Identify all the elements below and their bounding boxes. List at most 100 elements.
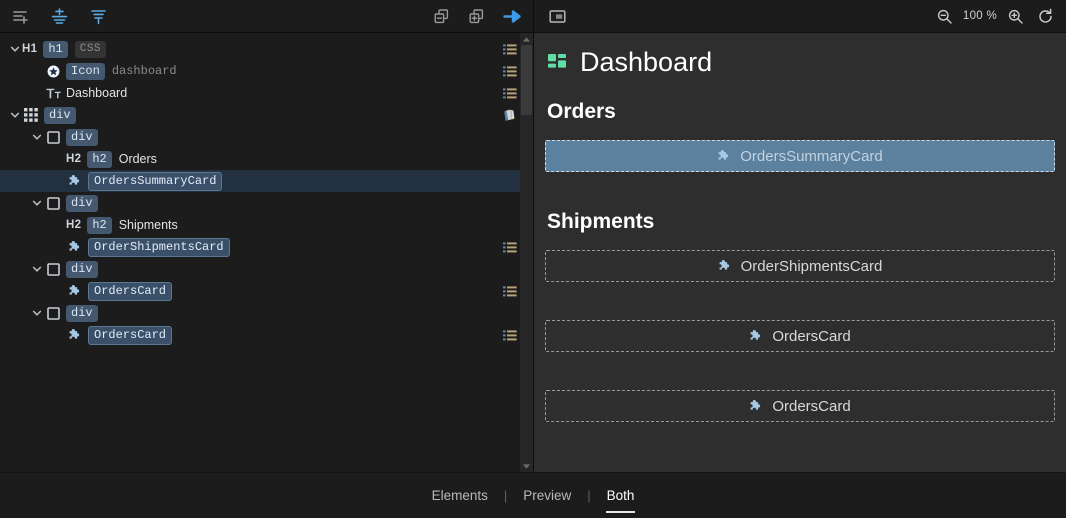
tree-row-h2-shipments[interactable]: H2 h2 Shipments bbox=[0, 214, 533, 236]
text-icon bbox=[45, 87, 61, 100]
puzzle-icon bbox=[68, 328, 82, 342]
zoom-out-button[interactable] bbox=[930, 4, 960, 28]
tree-row-component-badge: OrdersCard bbox=[88, 281, 173, 301]
tab-preview[interactable]: Preview bbox=[507, 484, 587, 507]
insert-below-icon bbox=[90, 9, 106, 24]
tree-row-tag-label: H2 bbox=[66, 153, 82, 165]
list-menu-icon bbox=[503, 43, 517, 55]
element-tree[interactable]: H1 h1 CSS Icon dashboard Dashboard div div H2 h2 O… bbox=[0, 33, 533, 472]
insert-below-button[interactable] bbox=[83, 4, 113, 28]
preview-component-card-label: OrdersSummaryCard bbox=[740, 147, 883, 165]
puzzle-icon bbox=[68, 174, 82, 188]
toolbars: 100 % bbox=[0, 0, 1066, 33]
zoom-in-button[interactable] bbox=[1000, 4, 1030, 28]
tree-row-comp-order-shipments-card[interactable]: OrderShipmentsCard bbox=[0, 236, 533, 258]
tree-row-action-list-menu-icon[interactable] bbox=[503, 236, 517, 258]
zoom-level-label: 100 % bbox=[962, 10, 997, 22]
list-menu-icon bbox=[503, 329, 517, 341]
view-mode-tabbar: Elements | Preview | Both bbox=[0, 472, 1066, 518]
tree-row-badge: div bbox=[44, 106, 76, 124]
insert-above-button[interactable] bbox=[44, 4, 74, 28]
preview-component-card[interactable]: OrderShipmentsCard bbox=[545, 250, 1055, 282]
preview-section-heading: Orders bbox=[547, 100, 616, 123]
collapse-all-button[interactable] bbox=[426, 4, 456, 28]
star-icon bbox=[44, 60, 62, 82]
chevron-down-icon bbox=[10, 44, 20, 54]
preview-component-card[interactable]: OrdersCard bbox=[545, 390, 1055, 422]
list-menu-icon bbox=[503, 65, 517, 77]
puzzle-icon bbox=[68, 284, 82, 298]
element-tree-pane: H1 h1 CSS Icon dashboard Dashboard div div H2 h2 O… bbox=[0, 33, 533, 472]
tree-row-badge: div bbox=[66, 194, 98, 212]
tree-row-badge: h1 bbox=[43, 40, 68, 58]
tree-row-badge: h2 bbox=[87, 150, 112, 168]
square-icon bbox=[46, 306, 60, 320]
zoom-out-icon bbox=[938, 9, 953, 24]
square-icon bbox=[44, 258, 62, 280]
tree-row-icon-dashboard[interactable]: Icon dashboard bbox=[0, 60, 533, 82]
tree-scroll-thumb[interactable] bbox=[521, 45, 532, 115]
tree-row-action-list-menu-icon[interactable] bbox=[503, 38, 517, 60]
preview-component-card[interactable]: OrdersCard bbox=[545, 320, 1055, 352]
square-icon bbox=[46, 196, 60, 210]
tree-row-h1[interactable]: H1 h1 CSS bbox=[0, 38, 533, 60]
tree-row-tag-label: H1 bbox=[22, 43, 38, 55]
grid-icon bbox=[22, 104, 40, 126]
square-icon bbox=[44, 192, 62, 214]
tree-row-dim-text: dashboard bbox=[111, 64, 177, 78]
tree-row-action-list-menu-icon[interactable] bbox=[503, 324, 517, 346]
tab-elements[interactable]: Elements bbox=[416, 484, 504, 507]
puzzle-icon bbox=[66, 324, 84, 346]
tree-row-badge: div bbox=[66, 304, 98, 322]
tree-scroll-track[interactable] bbox=[520, 45, 533, 460]
tree-row-h2-orders[interactable]: H2 h2 Orders bbox=[0, 148, 533, 170]
preview-sections: Orders OrdersSummaryCard Shipments OrderShi… bbox=[545, 100, 1055, 422]
tree-row-action-list-menu-icon[interactable] bbox=[503, 82, 517, 104]
preview-component-card[interactable]: OrdersSummaryCard bbox=[545, 140, 1055, 172]
tree-row-comp-orders-summary-card[interactable]: OrdersSummaryCard bbox=[0, 170, 533, 192]
tree-row-div-orders[interactable]: div bbox=[0, 126, 533, 148]
chevron-down-icon bbox=[32, 132, 42, 142]
tree-row-div-grid[interactable]: div bbox=[0, 104, 533, 126]
tree-row-text-dashboard[interactable]: Dashboard bbox=[0, 82, 533, 104]
tree-scrollbar[interactable] bbox=[520, 33, 533, 472]
preview-component-card-label: OrdersCard bbox=[772, 327, 851, 345]
main-body: H1 h1 CSS Icon dashboard Dashboard div div H2 h2 O… bbox=[0, 33, 1066, 472]
tree-twisty-expanded[interactable] bbox=[30, 258, 44, 280]
square-icon bbox=[44, 302, 62, 324]
tree-row-div-shipments[interactable]: div bbox=[0, 192, 533, 214]
star-icon bbox=[47, 65, 60, 78]
arrow-right-icon bbox=[502, 9, 521, 23]
puzzle-icon bbox=[66, 280, 84, 302]
tree-row-comp-orders-card-1[interactable]: OrdersCard bbox=[0, 280, 533, 302]
tab-both[interactable]: Both bbox=[591, 484, 651, 513]
scroll-down-arrow[interactable] bbox=[522, 460, 531, 472]
tree-row-comp-orders-card-2[interactable]: OrdersCard bbox=[0, 324, 533, 346]
tree-twisty-expanded[interactable] bbox=[8, 38, 22, 60]
puzzle-icon bbox=[66, 170, 84, 192]
tree-twisty-expanded[interactable] bbox=[30, 302, 44, 324]
tree-row-action-list-menu-icon[interactable] bbox=[503, 280, 517, 302]
refresh-button[interactable] bbox=[1030, 4, 1060, 28]
tree-row-component-badge: OrdersCard bbox=[88, 325, 173, 345]
tree-twisty-expanded[interactable] bbox=[8, 104, 22, 126]
tree-row-div-orders-card-2[interactable]: div bbox=[0, 302, 533, 324]
scroll-up-arrow[interactable] bbox=[522, 33, 531, 45]
collapse-all-icon bbox=[434, 8, 448, 23]
tree-twisty-expanded[interactable] bbox=[30, 126, 44, 148]
app-root: 100 % H1 h1 CSS Icon dashboard Dashboard… bbox=[0, 0, 1066, 518]
tree-row-action-books-icon[interactable] bbox=[502, 104, 517, 126]
tree-row-div-orders-card-1[interactable]: div bbox=[0, 258, 533, 280]
tree-twisty-expanded[interactable] bbox=[30, 192, 44, 214]
expand-all-icon bbox=[469, 8, 483, 23]
tree-row-action-list-menu-icon[interactable] bbox=[503, 60, 517, 82]
tree-row-badge: div bbox=[66, 128, 98, 146]
go-forward-button[interactable] bbox=[497, 4, 527, 28]
preview-component-card-label: OrderShipmentsCard bbox=[740, 257, 883, 275]
expand-all-button[interactable] bbox=[461, 4, 491, 28]
books-icon bbox=[502, 108, 517, 123]
elements-toolbar bbox=[0, 0, 533, 33]
dashboard-grid-icon bbox=[548, 53, 566, 68]
add-element-button[interactable] bbox=[5, 4, 35, 28]
panel-layout-button[interactable] bbox=[542, 4, 572, 28]
